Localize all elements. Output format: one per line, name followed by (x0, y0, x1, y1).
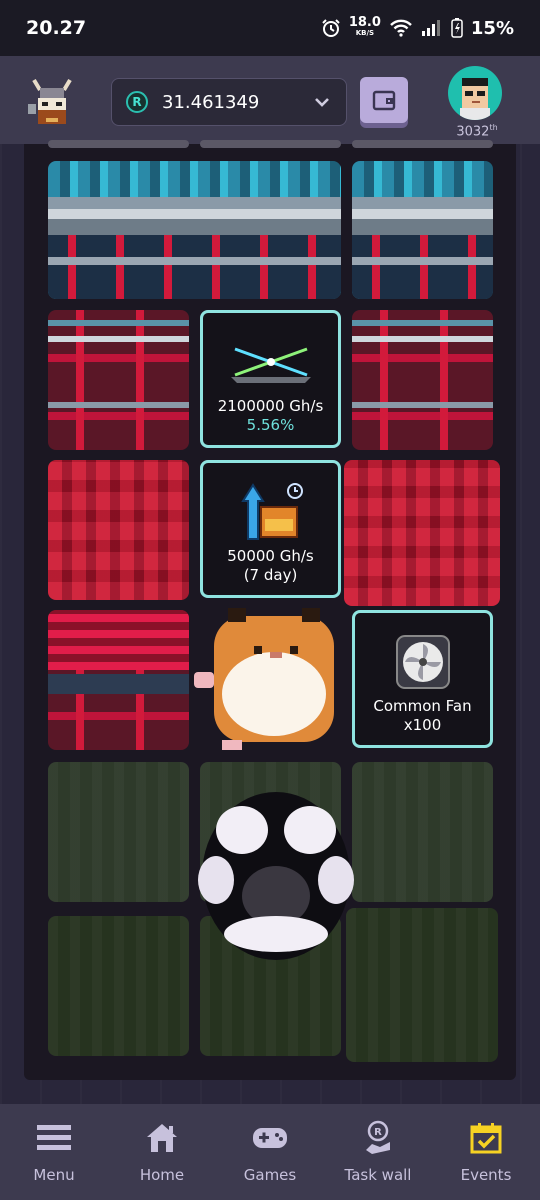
nav-home[interactable]: Home (108, 1120, 216, 1184)
user-rank: 3032th (456, 123, 498, 140)
wallet-icon (372, 90, 396, 111)
item-power: 50000 Gh/s (227, 547, 314, 565)
battery-charging-icon (451, 18, 463, 38)
power-boost-icon (231, 477, 311, 547)
menu-icon (35, 1120, 73, 1156)
gamepad-icon (251, 1120, 289, 1156)
empty-slot[interactable] (48, 916, 189, 1056)
viking-logo-icon[interactable] (24, 74, 80, 130)
nav-task-wall[interactable]: R Task wall (324, 1120, 432, 1184)
task-wall-icon: R (359, 1120, 397, 1156)
balance-selector[interactable]: R 31.461349 (111, 78, 347, 126)
signal-icon (421, 20, 440, 36)
nav-games[interactable]: Games (216, 1120, 324, 1184)
rack-slot[interactable] (200, 140, 341, 148)
user-avatar[interactable] (448, 66, 502, 120)
empty-slot[interactable] (346, 908, 498, 1062)
paw-print-icon (196, 784, 366, 964)
battery-percent: 15% (470, 17, 514, 39)
miner-slot[interactable] (48, 310, 189, 450)
empty-slot[interactable] (352, 762, 493, 902)
item-power: 2100000 Gh/s (217, 397, 324, 415)
top-header: R 31.461349 3032th (0, 56, 540, 144)
hamster-character[interactable] (174, 608, 344, 752)
status-bar: 20.27 18.0 KB/S 15% (0, 0, 540, 56)
miner-slot[interactable] (48, 161, 341, 299)
miner-slot[interactable] (48, 460, 189, 600)
nav-menu[interactable]: Menu (0, 1120, 108, 1184)
item-card-power[interactable]: 50000 Gh/s (7 day) (200, 460, 341, 598)
chevron-down-icon (315, 98, 329, 107)
item-card-fan[interactable]: Common Fan x100 (352, 610, 493, 748)
wallet-button[interactable] (360, 77, 408, 123)
laser-miner-icon (221, 327, 321, 397)
balance-value: 31.461349 (162, 91, 260, 113)
rack-slot[interactable] (48, 140, 189, 148)
miner-slot[interactable] (352, 161, 493, 299)
miner-slot[interactable] (352, 310, 493, 450)
rack-slot[interactable] (352, 140, 493, 148)
rollercoin-coin-icon: R (126, 91, 148, 113)
status-icons: 18.0 KB/S 15% (321, 15, 514, 39)
fan-icon (395, 627, 451, 697)
svg-text:R: R (374, 1127, 382, 1138)
miner-rack: 2100000 Gh/s 5.56% 50000 Gh/s (7 day) Co… (24, 140, 516, 1080)
nav-events[interactable]: Events (432, 1120, 540, 1184)
wifi-icon (390, 19, 412, 37)
network-speed: 18.0 KB/S (348, 15, 381, 37)
alarm-icon (322, 19, 340, 37)
status-time: 20.27 (26, 17, 87, 39)
empty-slot[interactable] (48, 762, 189, 902)
item-name: Common Fan (373, 697, 472, 715)
miner-slot[interactable] (344, 460, 500, 606)
bottom-nav: Menu Home Games R Task wall Events (0, 1104, 540, 1200)
item-quantity: x100 (403, 716, 442, 734)
home-icon (143, 1120, 181, 1156)
item-bonus: 5.56% (246, 416, 295, 434)
miner-slot[interactable] (48, 610, 189, 750)
calendar-check-icon (467, 1120, 505, 1156)
item-duration: (7 day) (243, 566, 298, 584)
item-card-miner[interactable]: 2100000 Gh/s 5.56% (200, 310, 341, 448)
